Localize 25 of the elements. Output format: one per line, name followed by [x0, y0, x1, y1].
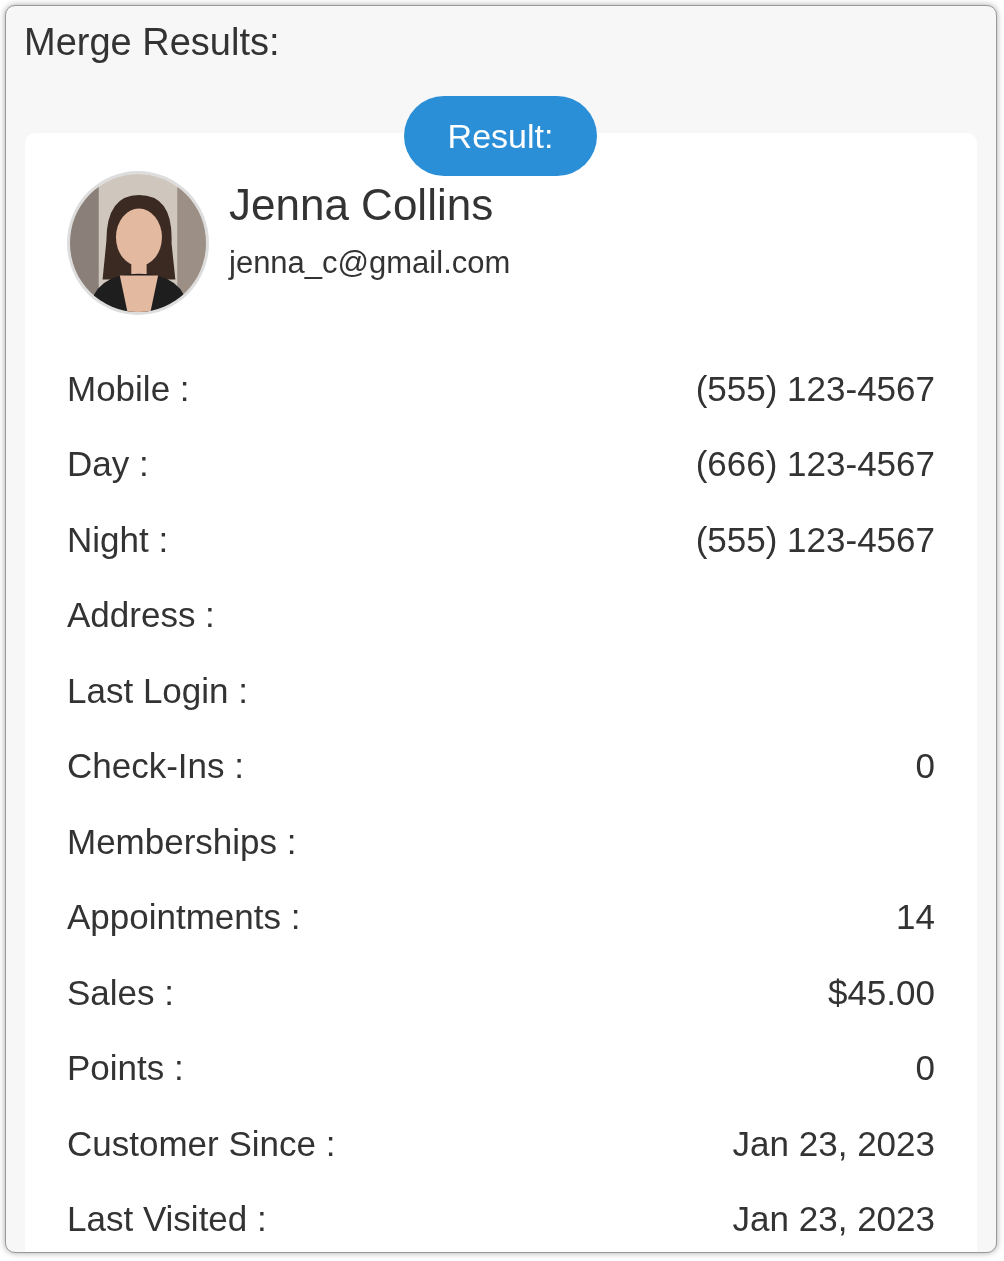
field-label: Appointments : — [67, 896, 301, 938]
field-label: Last Login : — [67, 669, 248, 712]
field-value: 0 — [915, 1047, 935, 1089]
customer-name: Jenna Collins — [229, 179, 495, 231]
field-label: Last Visited : — [67, 1198, 267, 1240]
field-value: $45.00 — [827, 971, 935, 1014]
field-label: Check-Ins : — [67, 745, 244, 787]
customer-email: jenna_c@gmail.com — [229, 244, 511, 282]
field-label: Night : — [67, 518, 169, 561]
result-badge: Result: — [404, 96, 597, 176]
field-value: 0 — [915, 745, 935, 787]
field-value: (666) 123-4567 — [695, 443, 935, 485]
field-label: Memberships : — [67, 820, 297, 863]
field-label: Customer Since : — [67, 1122, 336, 1165]
field-label: Sales : — [67, 971, 174, 1014]
field-value: Jan 23, 2023 — [732, 1198, 935, 1240]
field-label: Mobile : — [67, 367, 190, 410]
field-value: 14 — [896, 896, 935, 938]
field-value: Jan 23, 2023 — [732, 1122, 935, 1165]
field-label: Points : — [67, 1047, 184, 1089]
field-value: (555) 123-4567 — [695, 518, 935, 561]
field-value: (555) 123-4567 — [695, 367, 935, 410]
field-label: Day : — [67, 443, 149, 485]
field-label: Address : — [67, 594, 215, 636]
page-title: Merge Results: — [24, 20, 280, 65]
